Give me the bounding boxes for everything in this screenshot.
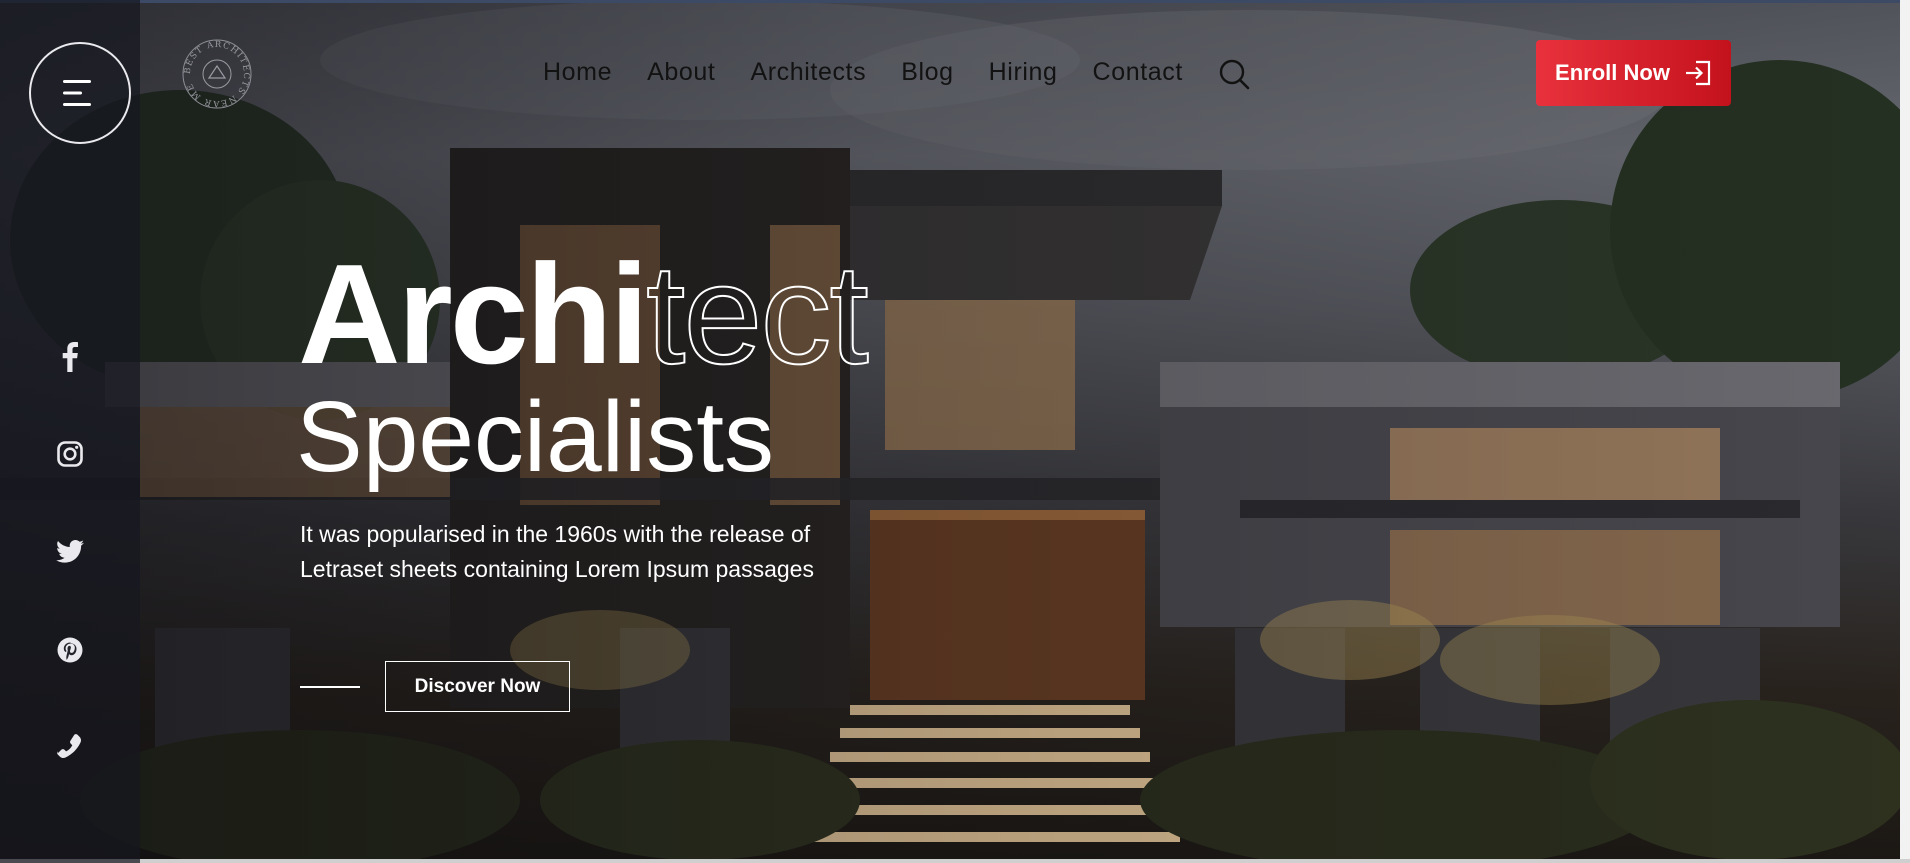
discover-now-button[interactable]: Discover Now [385,661,570,712]
pinterest-icon [57,637,83,663]
facebook-link[interactable] [40,327,100,387]
nav-architects[interactable]: Architects [750,56,866,88]
hero-description: It was popularised in the 1960s with the… [300,521,814,582]
facebook-icon [62,342,78,372]
hero-title-solid: Archi [298,235,649,394]
enroll-button-label: Enroll Now [1555,60,1670,85]
nav-home[interactable]: Home [543,56,612,88]
instagram-icon [57,441,83,467]
pinterest-link[interactable] [40,620,100,680]
page-scrollbar[interactable] [1900,0,1910,863]
sign-in-arrow-icon [1685,60,1711,86]
left-sidebar [0,0,140,863]
main-navigation: Home About Architects Blog Hiring Contac… [543,56,1218,88]
window-bottom-border [0,859,1910,863]
nav-hiring[interactable]: Hiring [989,56,1058,88]
hero-subtitle: Specialists [296,381,774,493]
nav-contact[interactable]: Contact [1093,56,1183,88]
hero-background-image [0,0,1910,863]
instagram-link[interactable] [40,424,100,484]
decorative-line [300,686,360,688]
search-icon [1219,59,1250,90]
nav-about[interactable]: About [647,56,715,88]
menu-toggle-button[interactable] [29,42,131,144]
hero-title-outline: tect [645,235,870,394]
phone-link[interactable] [40,717,100,777]
phone-icon [57,734,82,759]
hero-title: Architect [298,239,870,391]
twitter-link[interactable] [40,521,100,581]
hamburger-menu-icon [63,80,91,106]
twitter-icon [56,539,84,563]
brand-logo[interactable]: BEST ARCHITECTS NEAR ME [181,38,253,110]
enroll-now-button[interactable]: Enroll Now [1536,40,1731,106]
nav-blog[interactable]: Blog [901,56,953,88]
window-top-border [0,0,1910,3]
search-button[interactable] [1218,58,1252,92]
circular-seal-logo-icon: BEST ARCHITECTS NEAR ME [182,39,252,109]
